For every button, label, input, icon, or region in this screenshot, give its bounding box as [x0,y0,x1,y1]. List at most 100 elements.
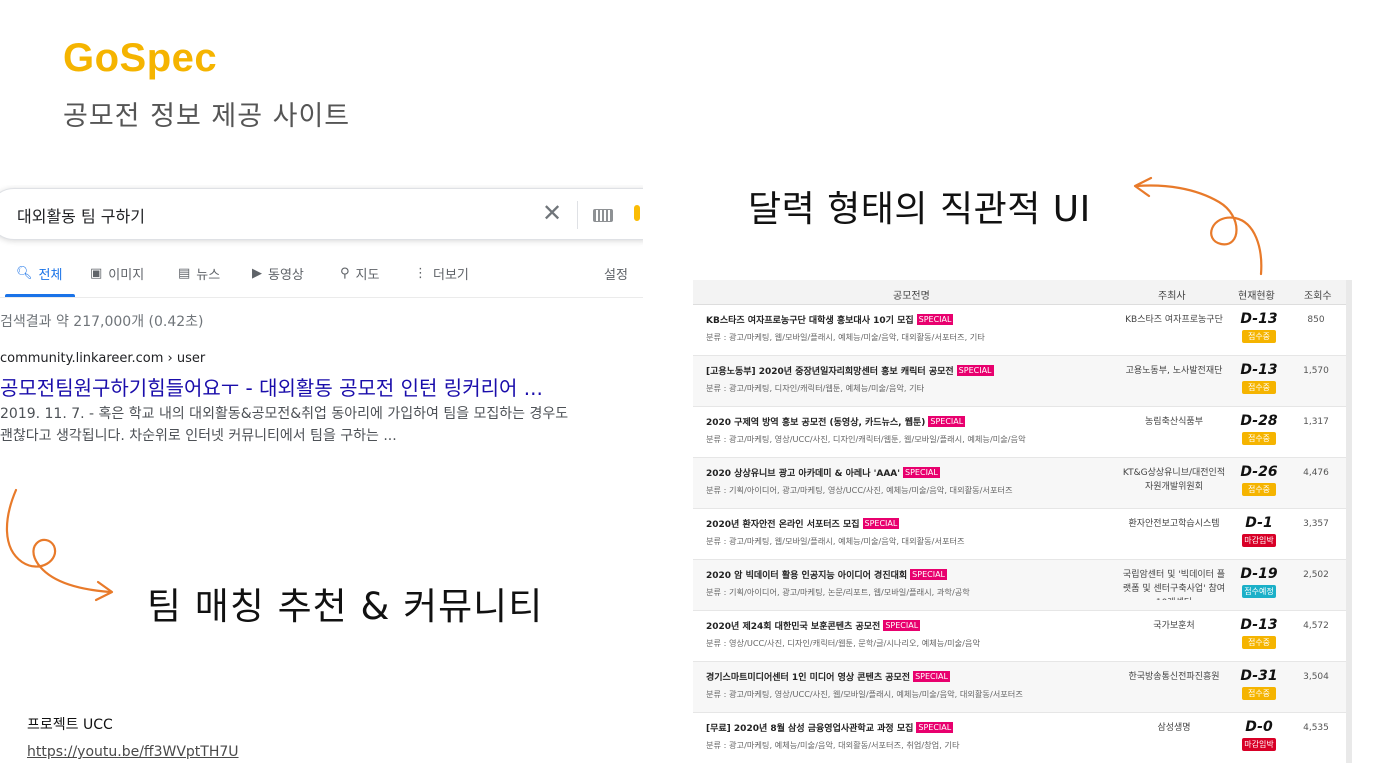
special-badge: SPECIAL [956,365,994,376]
column-header-title: 공모전명 [893,291,930,302]
tab-images[interactable]: ▣ 이미지 [90,264,144,283]
contest-views: 3,504 [1303,672,1329,682]
contest-title-text: 2020년 제24회 대한민국 보훈콘텐츠 공모전 [706,622,881,632]
tab-label: 더보기 [433,268,469,283]
contest-category: 분류 : 광고/마케팅, 디자인/캐릭터/웹툰, 예체능/미술/음악, 기타 [706,383,925,393]
page-subtitle: 공모전 정보 제공 사이트 [63,101,351,132]
special-badge: SPECIAL [862,518,900,529]
table-row[interactable]: 2020 암 빅데이터 활용 인공지능 아이디어 경진대회 SPECIAL 분류 :… [693,560,1346,611]
tab-label: 지도 [355,268,380,283]
snippet-line: 괜찮다고 생각됩니다. 차순위로 인터넷 커뮤니티에서 팀을 구하는 ... [0,428,397,444]
close-icon[interactable]: ✕ [542,199,562,227]
tab-videos[interactable]: ▶ 동영상 [252,264,304,283]
contest-category: 분류 : 기획/아이디어, 광고/마케팅, 영상/UCC/사진, 예체능/미술/… [706,485,1013,495]
status-badge: 마감임박 [1242,534,1276,547]
search-results-panel: 대외활동 팀 구하기 ✕ 🔍︎ 전체 ▣ 이미지 ▤ 뉴스 ▶ 동영상 ⚲ 지도… [0,185,643,485]
contest-host: 농림축산식품부 [1145,417,1203,427]
calendar-ui-caption: 달력 형태의 직관적 UI [748,189,1091,230]
team-matching-caption: 팀 매칭 추천 & 커뮤니티 [147,585,544,628]
tab-label: 전체 [38,268,63,283]
status-badge: 접수중 [1242,330,1276,343]
ucc-video-link[interactable]: https://youtu.be/ff3WVptTH7U [27,744,239,760]
contest-host: 삼성생명 [1157,723,1191,733]
image-icon: ▣ [90,266,103,281]
column-header-host: 주최사 [1158,291,1186,302]
status-badge: 접수중 [1242,687,1276,700]
table-row[interactable]: KB스타즈 여자프로농구단 대학생 홍보대사 10기 모집 SPECIAL 분류 :… [693,305,1346,356]
contest-dday: D-13 [1240,362,1278,378]
map-pin-icon: ⚲ [340,266,350,281]
table-row[interactable]: 경기스마트미디어센터 1인 미디어 영상 콘텐츠 공모전 SPECIAL 분류 : … [693,662,1346,713]
tab-label: 이미지 [108,268,145,283]
column-header-views: 조회수 [1304,291,1332,302]
contest-category: 분류 : 기획/아이디어, 광고/마케팅, 논문/리포트, 웹/모바일/플래시,… [706,587,970,597]
tab-maps[interactable]: ⚲ 지도 [340,264,379,283]
keyboard-icon[interactable] [593,209,613,222]
table-row[interactable]: 2020 상상유니브 광고 아카데미 & 아레나 'AAA' SPECIAL 분류 … [693,458,1346,509]
contest-host: 한국방송통신전파진흥원 [1128,672,1220,682]
search-box[interactable]: 대외활동 팀 구하기 ✕ [0,188,643,240]
search-tabs: 🔍︎ 전체 ▣ 이미지 ▤ 뉴스 ▶ 동영상 ⚲ 지도 ⋮ 더보기 설정 [0,260,643,298]
table-row[interactable]: 2020년 제24회 대한민국 보훈콘텐츠 공모전 SPECIAL 분류 : 영상/… [693,611,1346,662]
status-badge: 접수중 [1242,636,1276,649]
contest-category: 분류 : 광고/마케팅, 예체능/미술/음악, 대외활동/서포터즈, 취업/창업… [706,740,960,750]
contest-title-text: [무료] 2020년 8월 삼성 금융영업사관학교 과정 모집 [706,724,914,734]
special-badge: SPECIAL [903,467,940,478]
table-row[interactable]: 2020년 환자안전 온라인 서포터즈 모집 SPECIAL 분류 : 광고/마케팅… [693,509,1346,560]
curly-arrow-icon [5,488,114,602]
contest-host: 국립암센터 및 '빅데이터 플랫폼 및 센터구축사업' 참여 10개센터 [1122,570,1226,600]
contest-dday: D-19 [1240,566,1278,582]
result-snippet: 2019. 11. 7. - 혹은 학교 내의 대외활동&공모전&취업 동아리에… [0,403,640,447]
snippet-line: 2019. 11. 7. - 혹은 학교 내의 대외활동&공모전&취업 동아리에… [0,406,569,422]
contest-category: 분류 : 광고/마케팅, 영상/UCC/사진, 웹/모바일/플래시, 예체능/미… [706,689,1023,699]
settings-link[interactable]: 설정 [604,264,628,283]
contest-title-text: 경기스마트미디어센터 1인 미디어 영상 콘텐츠 공모전 [706,673,911,683]
column-header-status: 현재현황 [1238,291,1275,302]
contest-title[interactable]: [고용노동부] 2020년 중장년일자리희망센터 홍보 캐릭터 공모전 SPECI… [706,364,994,377]
special-badge: SPECIAL [916,722,954,733]
contest-title[interactable]: 경기스마트미디어센터 1인 미디어 영상 콘텐츠 공모전 SPECIAL [706,670,950,683]
table-header: 공모전명 주최사 현재현황 조회수 [693,280,1346,305]
result-url[interactable]: community.linkareer.com › user [0,351,205,366]
special-badge: SPECIAL [913,671,950,682]
more-icon: ⋮ [414,266,427,281]
status-badge: 접수중 [1242,381,1276,394]
contest-title-text: 2020 암 빅데이터 활용 인공지능 아이디어 경진대회 [706,571,908,581]
search-input[interactable]: 대외활동 팀 구하기 [17,203,145,227]
special-badge: SPECIAL [916,314,954,325]
tab-all[interactable]: 🔍︎ 전체 [16,264,62,283]
contest-host: 환자안전보고학습시스템 [1128,519,1220,529]
contest-views: 2,502 [1303,570,1329,580]
contest-views: 4,572 [1303,621,1329,631]
contest-title[interactable]: [무료] 2020년 8월 삼성 금융영업사관학교 과정 모집 SPECIAL [706,721,954,734]
tab-label: 뉴스 [196,268,221,283]
microphone-icon[interactable] [634,205,640,221]
table-row[interactable]: [고용노동부] 2020년 중장년일자리희망센터 홍보 캐릭터 공모전 SPECI… [693,356,1346,407]
contest-category: 분류 : 광고/마케팅, 웹/모바일/플래시, 예체능/미술/음악, 대외활동/… [706,536,965,546]
contest-views: 3,357 [1303,519,1329,529]
contest-title[interactable]: 2020년 환자안전 온라인 서포터즈 모집 SPECIAL [706,517,900,530]
video-icon: ▶ [252,266,262,281]
result-title-link[interactable]: 공모전팀원구하기힘들어요ㅜ - 대외활동 공모전 인턴 링커리어 ... [0,372,543,401]
tab-more[interactable]: ⋮ 더보기 [414,264,469,283]
contest-title[interactable]: 2020년 제24회 대한민국 보훈콘텐츠 공모전 SPECIAL [706,619,921,632]
contest-title-text: 2020년 환자안전 온라인 서포터즈 모집 [706,520,860,530]
table-row[interactable]: 2020 구제역 방역 홍보 공모전 (동영상, 카드뉴스, 웹툰) SPECIA… [693,407,1346,458]
contest-category: 분류 : 영상/UCC/사진, 디자인/캐릭터/웹툰, 문학/글/시나리오, 예… [706,638,980,648]
contest-title[interactable]: KB스타즈 여자프로농구단 대학생 홍보대사 10기 모집 SPECIAL [706,313,954,326]
contest-title[interactable]: 2020 상상유니브 광고 아카데미 & 아레나 'AAA' SPECIAL [706,466,940,479]
contest-host: KB스타즈 여자프로농구단 [1125,315,1223,325]
contest-host: 고용노동부, 노사발전재단 [1125,366,1223,376]
table-row[interactable]: [무료] 2020년 8월 삼성 금융영업사관학교 과정 모집 SPECIAL 분류… [693,713,1346,763]
contest-title-text: [고용노동부] 2020년 중장년일자리희망센터 홍보 캐릭터 공모전 [706,367,954,377]
contest-dday: D-26 [1240,464,1278,480]
contest-title[interactable]: 2020 구제역 방역 홍보 공모전 (동영상, 카드뉴스, 웹툰) SPECIA… [706,415,966,428]
ucc-label: 프로젝트 UCC [27,717,113,733]
contest-title[interactable]: 2020 암 빅데이터 활용 인공지능 아이디어 경진대회 SPECIAL [706,568,948,581]
contest-title-text: KB스타즈 여자프로농구단 대학생 홍보대사 10기 모집 [706,316,914,326]
contest-dday: D-13 [1240,617,1278,633]
status-badge: 접수중 [1242,432,1276,445]
special-badge: SPECIAL [883,620,921,631]
tab-news[interactable]: ▤ 뉴스 [178,264,220,283]
contest-views: 850 [1307,315,1325,325]
